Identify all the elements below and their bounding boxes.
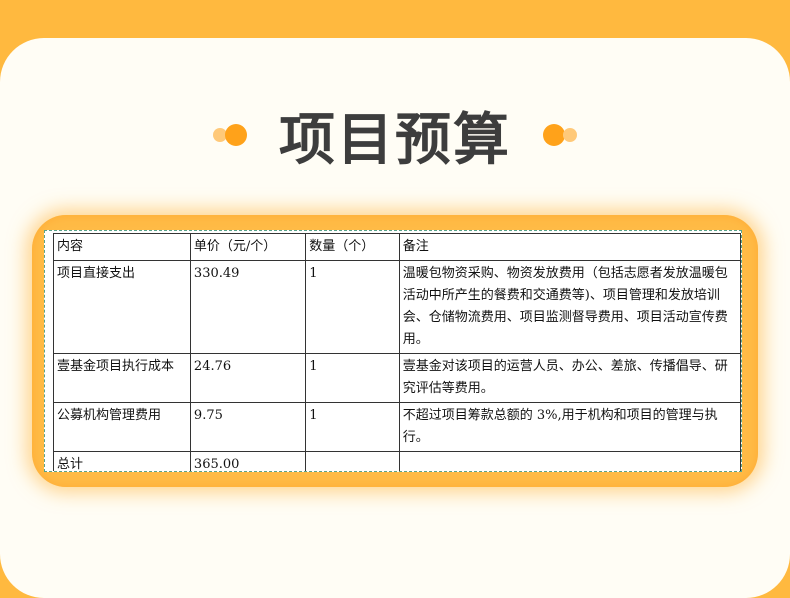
table-row: 项目直接支出 330.49 1 温暖包物资采购、物资发放费用（包括志愿者发放温暖… (53, 260, 741, 354)
total-note (398, 451, 741, 471)
budget-table: 内容 单价（元/个） 数量（个） 备注 项目直接支出 330.49 1 温暖包物… (53, 233, 741, 471)
total-label: 总计 (53, 451, 191, 471)
row-unit-price: 330.49 (189, 260, 307, 354)
table-row: 壹基金项目执行成本 24.76 1 壹基金对该项目的运营人员、办公、差旅、传播倡… (53, 353, 741, 403)
header-note: 备注 (398, 233, 741, 261)
table-total-row: 总计 365.00 (53, 451, 741, 471)
budget-document: 内容 单价（元/个） 数量（个） 备注 项目直接支出 330.49 1 温暖包物… (44, 230, 742, 472)
header-unit-price: 单价（元/个） (189, 233, 307, 261)
row-quantity: 1 (305, 402, 400, 452)
total-amount: 365.00 (189, 451, 307, 471)
header-content: 内容 (53, 233, 191, 261)
row-unit-price: 9.75 (189, 402, 307, 452)
row-note: 不超过项目筹款总额的 3%,用于机构和项目的管理与执行。 (398, 402, 741, 452)
row-item: 项目直接支出 (53, 260, 191, 354)
row-note: 温暖包物资采购、物资发放费用（包括志愿者发放温暖包活动中所产生的餐费和交通费等)… (398, 260, 741, 354)
header-quantity: 数量（个） (305, 233, 400, 261)
row-quantity: 1 (305, 260, 400, 354)
row-unit-price: 24.76 (189, 353, 307, 403)
table-row: 公募机构管理费用 9.75 1 不超过项目筹款总额的 3%,用于机构和项目的管理… (53, 402, 741, 452)
row-quantity: 1 (305, 353, 400, 403)
total-quantity (305, 451, 400, 471)
page-title: 项目预算 (279, 107, 511, 173)
row-item: 公募机构管理费用 (53, 402, 191, 452)
decorative-dots-right-icon (539, 120, 579, 150)
row-note: 壹基金对该项目的运营人员、办公、差旅、传播倡导、研究评估等费用。 (398, 353, 741, 403)
decorative-dots-left-icon (211, 120, 251, 150)
title-row: 项目预算 (0, 90, 790, 180)
table-header-row: 内容 单价（元/个） 数量（个） 备注 (53, 233, 741, 261)
row-item: 壹基金项目执行成本 (53, 353, 191, 403)
